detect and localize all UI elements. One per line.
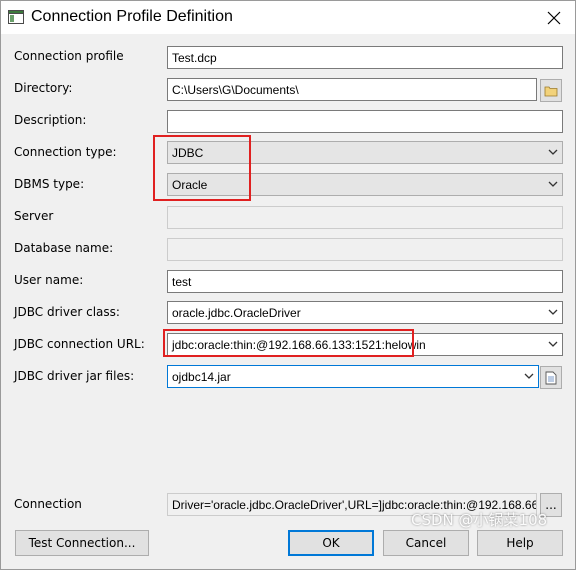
connection-type-select[interactable]: JDBC: [167, 141, 563, 164]
jdbc-driver-class-value: oracle.jdbc.OracleDriver: [172, 306, 301, 320]
chevron-down-icon: [548, 341, 558, 347]
jdbc-driver-class-label: JDBC driver class:: [14, 305, 120, 319]
server-input: [167, 206, 563, 229]
dbms-type-value: Oracle: [172, 178, 208, 192]
connection-label: Connection: [14, 497, 82, 511]
close-icon: [547, 11, 561, 25]
dbms-type-select[interactable]: Oracle: [167, 173, 563, 196]
chevron-down-icon: [524, 373, 534, 379]
chevron-down-icon: [548, 149, 558, 155]
user-name-input[interactable]: test: [167, 270, 563, 293]
jdbc-connection-url-label: JDBC connection URL:: [14, 337, 145, 351]
server-label: Server: [14, 209, 54, 223]
connection-type-label: Connection type:: [14, 145, 117, 159]
folder-icon: [544, 86, 558, 96]
browse-jar-files-button[interactable]: [540, 366, 562, 389]
description-label: Description:: [14, 113, 87, 127]
jdbc-driver-jar-files-select[interactable]: ojdbc14.jar: [167, 365, 539, 388]
app-icon: [8, 10, 24, 24]
file-icon: [545, 371, 557, 384]
help-button[interactable]: Help: [477, 530, 563, 556]
description-input[interactable]: [167, 110, 563, 133]
user-name-label: User name:: [14, 273, 84, 287]
ok-button[interactable]: OK: [288, 530, 374, 556]
watermark-text: CSDN @小锅菜108: [411, 511, 548, 529]
dbms-type-label: DBMS type:: [14, 177, 85, 191]
close-button[interactable]: [539, 5, 569, 31]
dialog-window: Connection Profile Definition Connection…: [0, 0, 576, 570]
title-bar[interactable]: Connection Profile Definition: [1, 1, 575, 34]
jdbc-driver-jar-files-label: JDBC driver jar files:: [14, 369, 135, 383]
chevron-down-icon: [548, 181, 558, 187]
database-name-label: Database name:: [14, 241, 114, 255]
test-connection-button[interactable]: Test Connection...: [15, 530, 149, 556]
browse-directory-button[interactable]: [540, 79, 562, 102]
connection-type-value: JDBC: [172, 146, 204, 160]
dialog-body: Connection profile Test.dcp Directory: C…: [1, 34, 575, 569]
connection-profile-label: Connection profile: [14, 49, 124, 63]
database-name-input: [167, 238, 563, 261]
directory-label: Directory:: [14, 81, 73, 95]
chevron-down-icon: [548, 309, 558, 315]
jdbc-driver-class-select[interactable]: oracle.jdbc.OracleDriver: [167, 301, 563, 324]
connection-profile-input[interactable]: Test.dcp: [167, 46, 563, 69]
jdbc-driver-jar-files-value: ojdbc14.jar: [172, 370, 231, 384]
directory-input[interactable]: C:\Users\G\Documents\: [167, 78, 537, 101]
jdbc-connection-url-value: jdbc:oracle:thin:@192.168.66.133:1521:he…: [172, 338, 426, 352]
jdbc-connection-url-select[interactable]: jdbc:oracle:thin:@192.168.66.133:1521:he…: [167, 333, 563, 356]
cancel-button[interactable]: Cancel: [383, 530, 469, 556]
window-title: Connection Profile Definition: [31, 8, 233, 25]
